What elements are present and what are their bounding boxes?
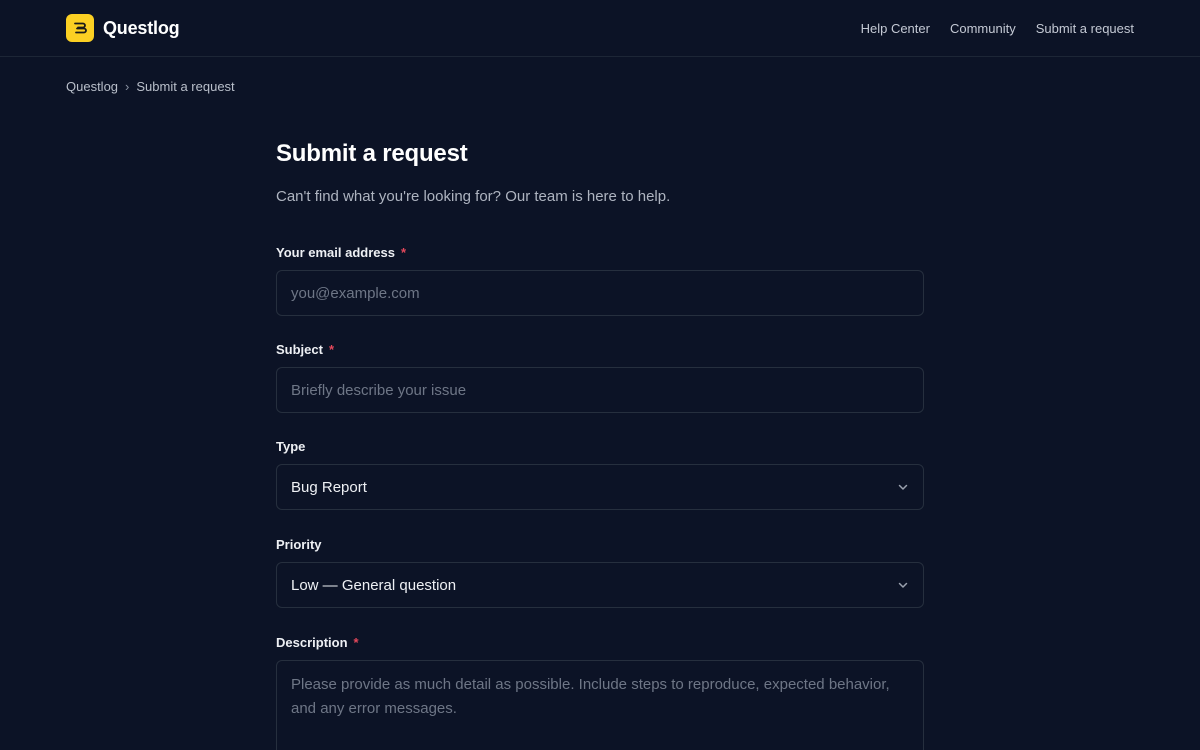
- required-marker: *: [328, 342, 335, 357]
- priority-selected-value: Low — General question: [291, 576, 457, 594]
- description-textarea[interactable]: [276, 660, 924, 750]
- breadcrumb-current: Submit a request: [136, 79, 235, 94]
- priority-label: Priority: [276, 537, 322, 552]
- breadcrumb: Questlog › Submit a request: [0, 79, 1200, 94]
- subject-input[interactable]: [276, 367, 924, 413]
- description-field-group: Description *: [276, 634, 924, 750]
- breadcrumb-root-link[interactable]: Questlog: [66, 79, 118, 94]
- nav-link-community[interactable]: Community: [950, 21, 1016, 36]
- request-form-container: Submit a request Can't find what you're …: [276, 94, 924, 750]
- page-title: Submit a request: [276, 140, 468, 167]
- type-selected-value: Bug Report: [291, 478, 367, 496]
- breadcrumb-separator: ›: [125, 79, 130, 94]
- email-label: Your email address *: [276, 244, 924, 262]
- type-field-group: Type Bug Report: [276, 438, 924, 510]
- subject-label: Subject *: [276, 341, 924, 359]
- email-input[interactable]: [276, 270, 924, 316]
- required-marker: *: [353, 635, 359, 650]
- description-label-text: Description: [276, 635, 348, 650]
- email-field-group: Your email address *: [276, 244, 924, 316]
- chevron-down-icon: [897, 579, 909, 591]
- brand[interactable]: Questlog: [66, 14, 180, 42]
- priority-select[interactable]: Low — General question: [276, 562, 924, 608]
- questlog-logo-icon: [66, 14, 94, 42]
- required-marker: *: [400, 245, 407, 260]
- top-navigation-bar: Questlog Help Center Community Submit a …: [0, 0, 1200, 57]
- nav-link-submit-request[interactable]: Submit a request: [1036, 21, 1134, 36]
- nav-link-help-center[interactable]: Help Center: [861, 21, 930, 36]
- brand-name: Questlog: [103, 17, 180, 38]
- email-label-text: Your email address: [276, 245, 395, 260]
- priority-field-group: Priority Low — General question: [276, 536, 924, 608]
- chevron-down-icon: [897, 481, 909, 493]
- description-label: Description *: [276, 634, 924, 652]
- type-select[interactable]: Bug Report: [276, 464, 924, 510]
- subject-label-text: Subject: [276, 342, 323, 357]
- subject-field-group: Subject *: [276, 341, 924, 413]
- page-subtitle: Can't find what you're looking for? Our …: [276, 188, 671, 205]
- header-nav: Help Center Community Submit a request: [861, 21, 1134, 36]
- type-label: Type: [276, 439, 306, 454]
